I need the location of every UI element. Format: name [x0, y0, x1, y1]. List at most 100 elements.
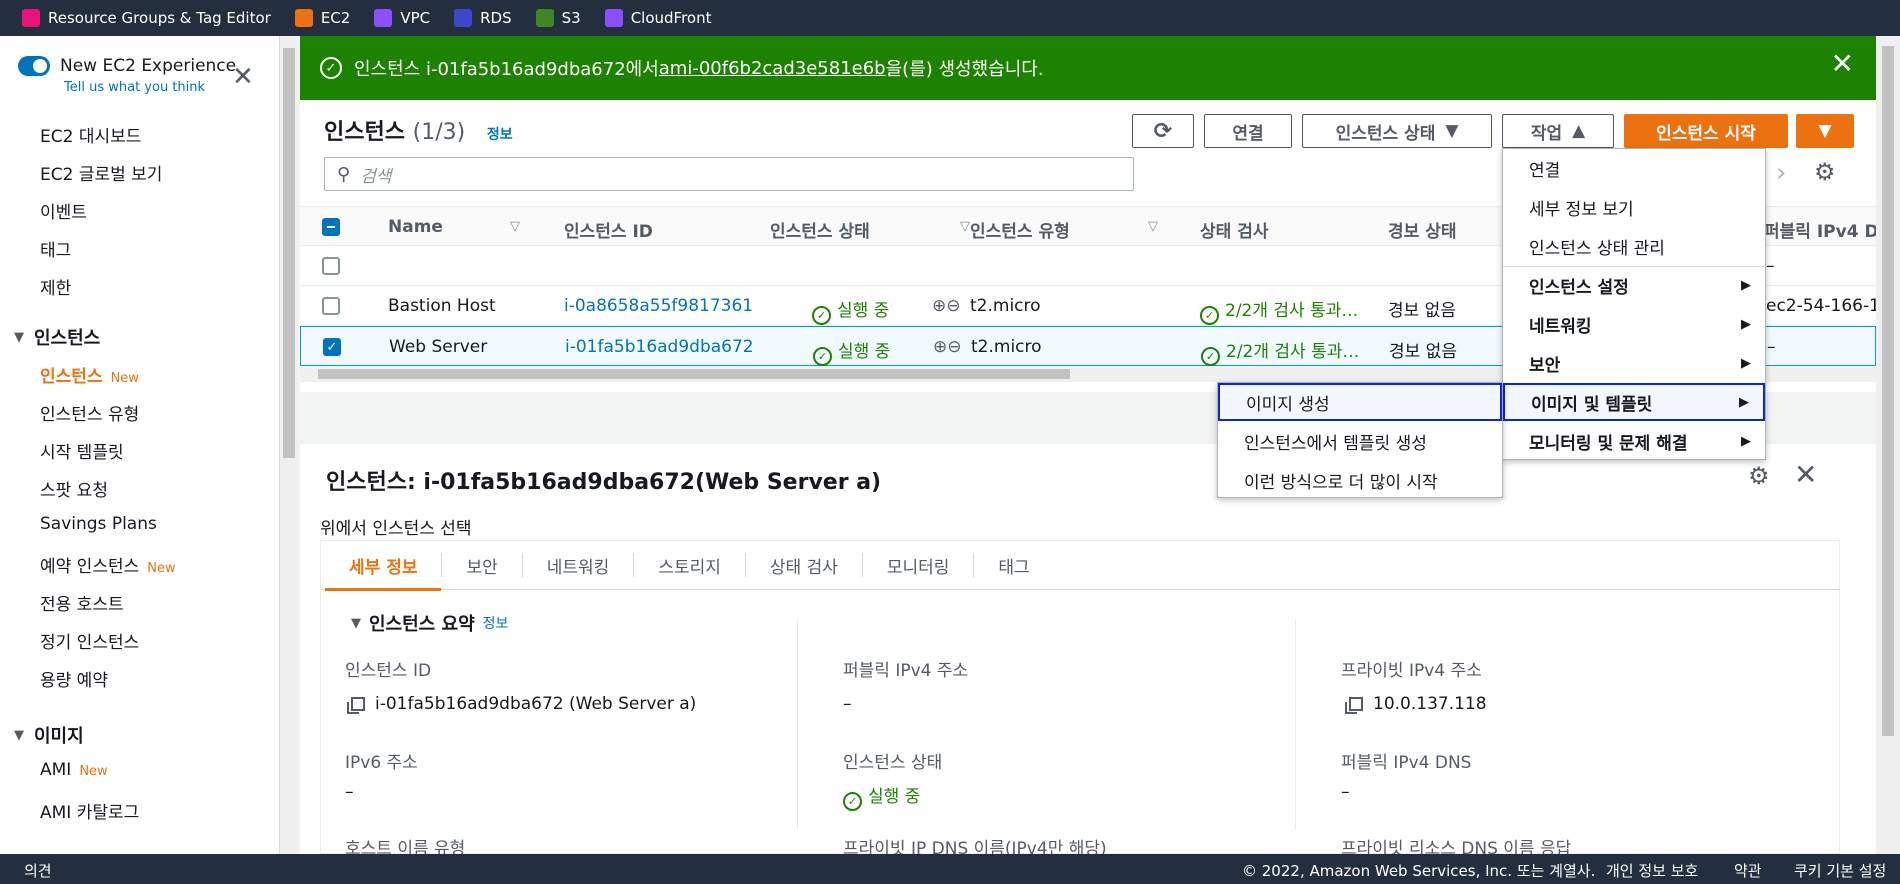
row-checkbox-checked[interactable]: ✓ [323, 338, 341, 356]
row-public-dns: – [1767, 337, 1776, 357]
actions-menu-item[interactable]: 모니터링 및 문제 해결 ▶ [1503, 422, 1765, 460]
scrollbar-thumb[interactable] [318, 369, 1070, 379]
terms-link[interactable]: 약관 [1734, 860, 1762, 881]
col-alarm-status[interactable]: 경보 상태 [1388, 217, 1456, 242]
refresh-icon: ⟳ [1153, 118, 1173, 144]
summary-toggle[interactable]: ▼ 인스턴스 요약 정보 [351, 610, 508, 636]
service-icon [22, 9, 40, 27]
favorite-resource-groups-tag-editor[interactable]: Resource Groups & Tag Editor [22, 9, 271, 27]
sidebar-item[interactable]: 예약 인스턴스 New [40, 552, 176, 577]
section-instances[interactable]: ▼ 인스턴스 [14, 324, 100, 350]
actions-menu-item[interactable]: 보안 ▶ [1503, 344, 1765, 382]
tab-item[interactable]: 태그 [974, 553, 1053, 578]
feedback-link[interactable]: 의견 [24, 860, 52, 881]
section-images[interactable]: ▼ 이미지 [14, 722, 84, 748]
sidebar-item[interactable]: EC2 대시보드 [40, 122, 141, 147]
sidebar-item[interactable]: 전용 호스트 [40, 590, 124, 615]
new-experience-toggle-row: New EC2 Experience [18, 56, 236, 76]
sidebar-item[interactable]: 시작 템플릿 [40, 438, 124, 463]
search-input[interactable]: ⚲ 검색 [324, 157, 1134, 191]
sort-icon[interactable]: ▽ [960, 219, 970, 234]
flash-close-icon[interactable]: ✕ [1831, 50, 1854, 78]
favorite-ec2[interactable]: EC2 [294, 9, 350, 27]
copy-icon[interactable] [347, 697, 365, 714]
summary-info-link[interactable]: 정보 [483, 613, 509, 633]
caret-right-icon: ▶ [1739, 394, 1749, 410]
favorite-vpc[interactable]: VPC [374, 9, 430, 27]
sidebar-item[interactable]: AMI New [40, 760, 108, 780]
launch-instances-button[interactable]: 인스턴스 시작 [1624, 114, 1788, 148]
submenu-item[interactable]: 이미지 생성 [1218, 383, 1502, 421]
submenu-item[interactable]: 인스턴스에서 템플릿 생성 [1218, 422, 1502, 460]
sidebar-item[interactable]: 인스턴스 New [40, 362, 139, 387]
settings-gear-icon[interactable]: ⚙ [1748, 462, 1770, 490]
settings-gear-icon[interactable]: ⚙ [1814, 158, 1836, 186]
row-instance-id[interactable]: i-01fa5b16ad9dba672 [565, 337, 754, 357]
zoom-icons[interactable]: ⊕⊖ [933, 337, 962, 357]
submenu-item[interactable]: 이런 방식으로 더 많이 시작 [1218, 461, 1502, 499]
sidebar-scrollbar[interactable] [280, 36, 298, 854]
sidebar-item[interactable]: 제한 [40, 274, 71, 299]
row-instance-id[interactable]: i-0a8658a55f9817361 [564, 296, 753, 316]
actions-menu-item[interactable]: 인스턴스 상태 관리 [1503, 227, 1765, 265]
actions-menu-item[interactable]: 세부 정보 보기 [1503, 188, 1765, 226]
sidebar-item-label: 전용 호스트 [40, 595, 124, 615]
sidebar-item[interactable]: 태그 [40, 236, 71, 261]
launch-dropdown-button[interactable]: ▼ [1796, 114, 1854, 148]
sidebar-close-icon[interactable]: ✕ [232, 64, 254, 90]
sidebar-item[interactable]: AMI 카탈로그 [40, 798, 139, 823]
col-public-dns[interactable]: 퍼블릭 IPv4 DN [1764, 217, 1893, 242]
row-checkbox[interactable] [322, 257, 340, 275]
scrollbar-thumb[interactable] [1882, 46, 1894, 736]
actions-menu-item[interactable]: 이미지 및 템플릿 ▶ [1503, 383, 1765, 421]
new-experience-toggle[interactable] [18, 56, 50, 76]
next-page-icon[interactable]: › [1776, 158, 1786, 188]
favorite-s3[interactable]: S3 [535, 9, 581, 27]
tab-item[interactable]: 세부 정보 [325, 553, 443, 591]
sort-icon[interactable]: ▽ [1148, 219, 1158, 234]
col-status-check[interactable]: 상태 검사 [1200, 217, 1268, 242]
sidebar-item-label: 정기 인스턴스 [40, 633, 140, 653]
main-scrollbar[interactable] [1876, 36, 1900, 854]
connect-button[interactable]: 연결 [1204, 114, 1292, 148]
zoom-icons[interactable]: ⊕⊖ [932, 296, 961, 316]
cookie-prefs-link[interactable]: 쿠키 기본 설정 [1794, 860, 1886, 881]
tab-item[interactable]: 모니터링 [863, 553, 975, 578]
flash-text-before: 인스턴스 i-01fa5b16ad9dba672에서 [354, 59, 659, 80]
feedback-link[interactable]: Tell us what you think [64, 80, 205, 95]
launch-label: 인스턴스 시작 [1656, 123, 1756, 144]
row-checkbox[interactable] [322, 297, 340, 315]
col-instance-state[interactable]: 인스턴스 상태 [770, 217, 870, 242]
sidebar-item[interactable]: 용량 예약 [40, 666, 108, 691]
actions-menu-item[interactable]: 인스턴스 설정 ▶ [1503, 266, 1765, 304]
col-name[interactable]: Name [388, 217, 443, 237]
actions-button[interactable]: 작업 ▲ [1502, 114, 1614, 148]
new-experience-title: New EC2 Experience [60, 56, 237, 76]
instance-state-button[interactable]: 인스턴스 상태 ▼ [1302, 114, 1492, 148]
actions-menu-item[interactable]: 네트워킹 ▶ [1503, 305, 1765, 343]
sidebar-item[interactable]: Savings Plans [40, 514, 157, 534]
select-all-checkbox[interactable] [322, 218, 340, 236]
instances-info-link[interactable]: 정보 [487, 127, 513, 143]
favorite-cloudfront[interactable]: CloudFront [604, 9, 711, 27]
col-instance-id[interactable]: 인스턴스 ID [564, 217, 653, 242]
sort-icon[interactable]: ▽ [510, 219, 520, 234]
sidebar-item[interactable]: 스팟 요청 [40, 476, 108, 501]
refresh-button[interactable]: ⟳ [1132, 114, 1194, 148]
ami-link[interactable]: ami-00f6b2cad3e581e6b [659, 58, 886, 79]
sidebar-item[interactable]: 정기 인스턴스 [40, 628, 139, 653]
copy-icon[interactable] [1345, 697, 1363, 714]
sidebar-item[interactable]: 인스턴스 유형 [40, 400, 139, 425]
detail-close-icon[interactable]: ✕ [1794, 458, 1817, 491]
tab-item[interactable]: 보안 [442, 553, 523, 578]
favorite-rds[interactable]: RDS [454, 9, 512, 27]
sidebar-item[interactable]: EC2 글로벌 보기 [40, 160, 162, 185]
tab-item[interactable]: 스토리지 [634, 553, 746, 578]
sidebar-item[interactable]: 이벤트 [40, 198, 87, 223]
tab-item[interactable]: 상태 검사 [746, 553, 863, 578]
privacy-link[interactable]: 개인 정보 보호 [1606, 860, 1698, 881]
scrollbar-thumb[interactable] [283, 48, 295, 458]
tab-item[interactable]: 네트워킹 [523, 553, 635, 578]
col-instance-type[interactable]: 인스턴스 유형 [970, 217, 1070, 242]
actions-menu-item[interactable]: 연결 [1503, 149, 1765, 187]
